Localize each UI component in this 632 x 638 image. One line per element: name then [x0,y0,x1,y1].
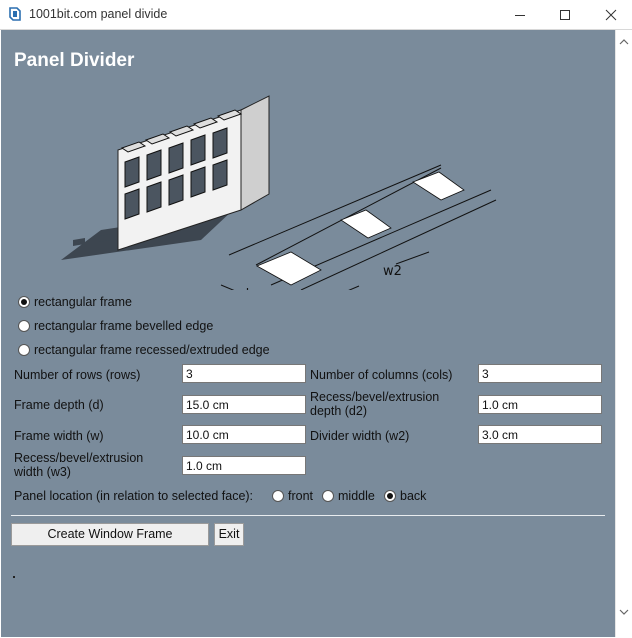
radio-label: rectangular frame [34,295,132,309]
cols-input[interactable] [478,364,602,383]
radio-button[interactable] [18,296,30,308]
radio-bevelled-edge[interactable]: rectangular frame bevelled edge [18,319,213,333]
stray-dot [13,576,15,578]
page-title: Panel Divider [14,50,135,71]
depth-input[interactable] [182,395,306,414]
panel-divider-illustration: d w w2 [61,95,497,290]
recess-depth-label: Recess/bevel/extrusion depth (d2) [310,390,440,418]
scroll-up-icon[interactable] [618,36,630,48]
location-front-option[interactable]: front [272,489,313,503]
radio-label: rectangular frame bevelled edge [34,319,214,333]
location-middle-option[interactable]: middle [322,489,375,503]
divider-width-input[interactable] [478,425,602,444]
create-window-frame-button[interactable]: Create Window Frame [11,523,209,546]
close-button[interactable] [589,0,632,29]
maximize-button[interactable] [543,0,587,29]
radio-label: rectangular frame recessed/extruded edge [34,343,270,357]
minimize-button[interactable] [498,0,542,29]
exit-button[interactable]: Exit [214,523,244,546]
scroll-down-icon[interactable] [618,606,630,618]
close-icon [605,9,617,20]
rows-label: Number of rows (rows) [14,368,141,382]
maximize-icon [560,9,570,20]
radio-rectangular-frame[interactable]: rectangular frame [18,295,132,309]
radio-button[interactable] [322,490,334,502]
title-bar: 1001bit.com panel divide [0,0,632,30]
radio-label: front [288,489,314,503]
window-title: 1001bit.com panel divide [29,7,168,21]
rows-input[interactable] [182,364,306,383]
vertical-scrollbar[interactable] [615,30,631,637]
cols-label: Number of columns (cols) [310,368,453,382]
location-back-option[interactable]: back [384,489,426,503]
minimize-icon [515,14,525,16]
app-icon [9,7,21,21]
radio-button[interactable] [18,344,30,356]
depth-label: Frame depth (d) [14,398,104,412]
panel-location-label: Panel location (in relation to selected … [14,489,254,503]
frame-width-input[interactable] [182,425,306,444]
recess-width-input[interactable] [182,456,306,475]
separator [11,515,605,516]
radio-button[interactable] [272,490,284,502]
radio-label: middle [338,489,375,503]
radio-label: back [400,489,427,503]
divider-width-label: Divider width (w2) [310,429,410,443]
radio-button[interactable] [384,490,396,502]
divider-width-label: w2 [383,264,402,279]
frame-width-label: Frame width (w) [14,429,104,443]
recess-width-label: Recess/bevel/extrusion width (w3) [14,451,144,479]
radio-recessed-extruded-edge[interactable]: rectangular frame recessed/extruded edge [18,343,270,357]
depth-label: d [241,287,249,290]
recess-depth-input[interactable] [478,395,602,414]
radio-button[interactable] [18,320,30,332]
dialog-body: Panel Divider w2 rectangular frame recta… [1,30,615,637]
